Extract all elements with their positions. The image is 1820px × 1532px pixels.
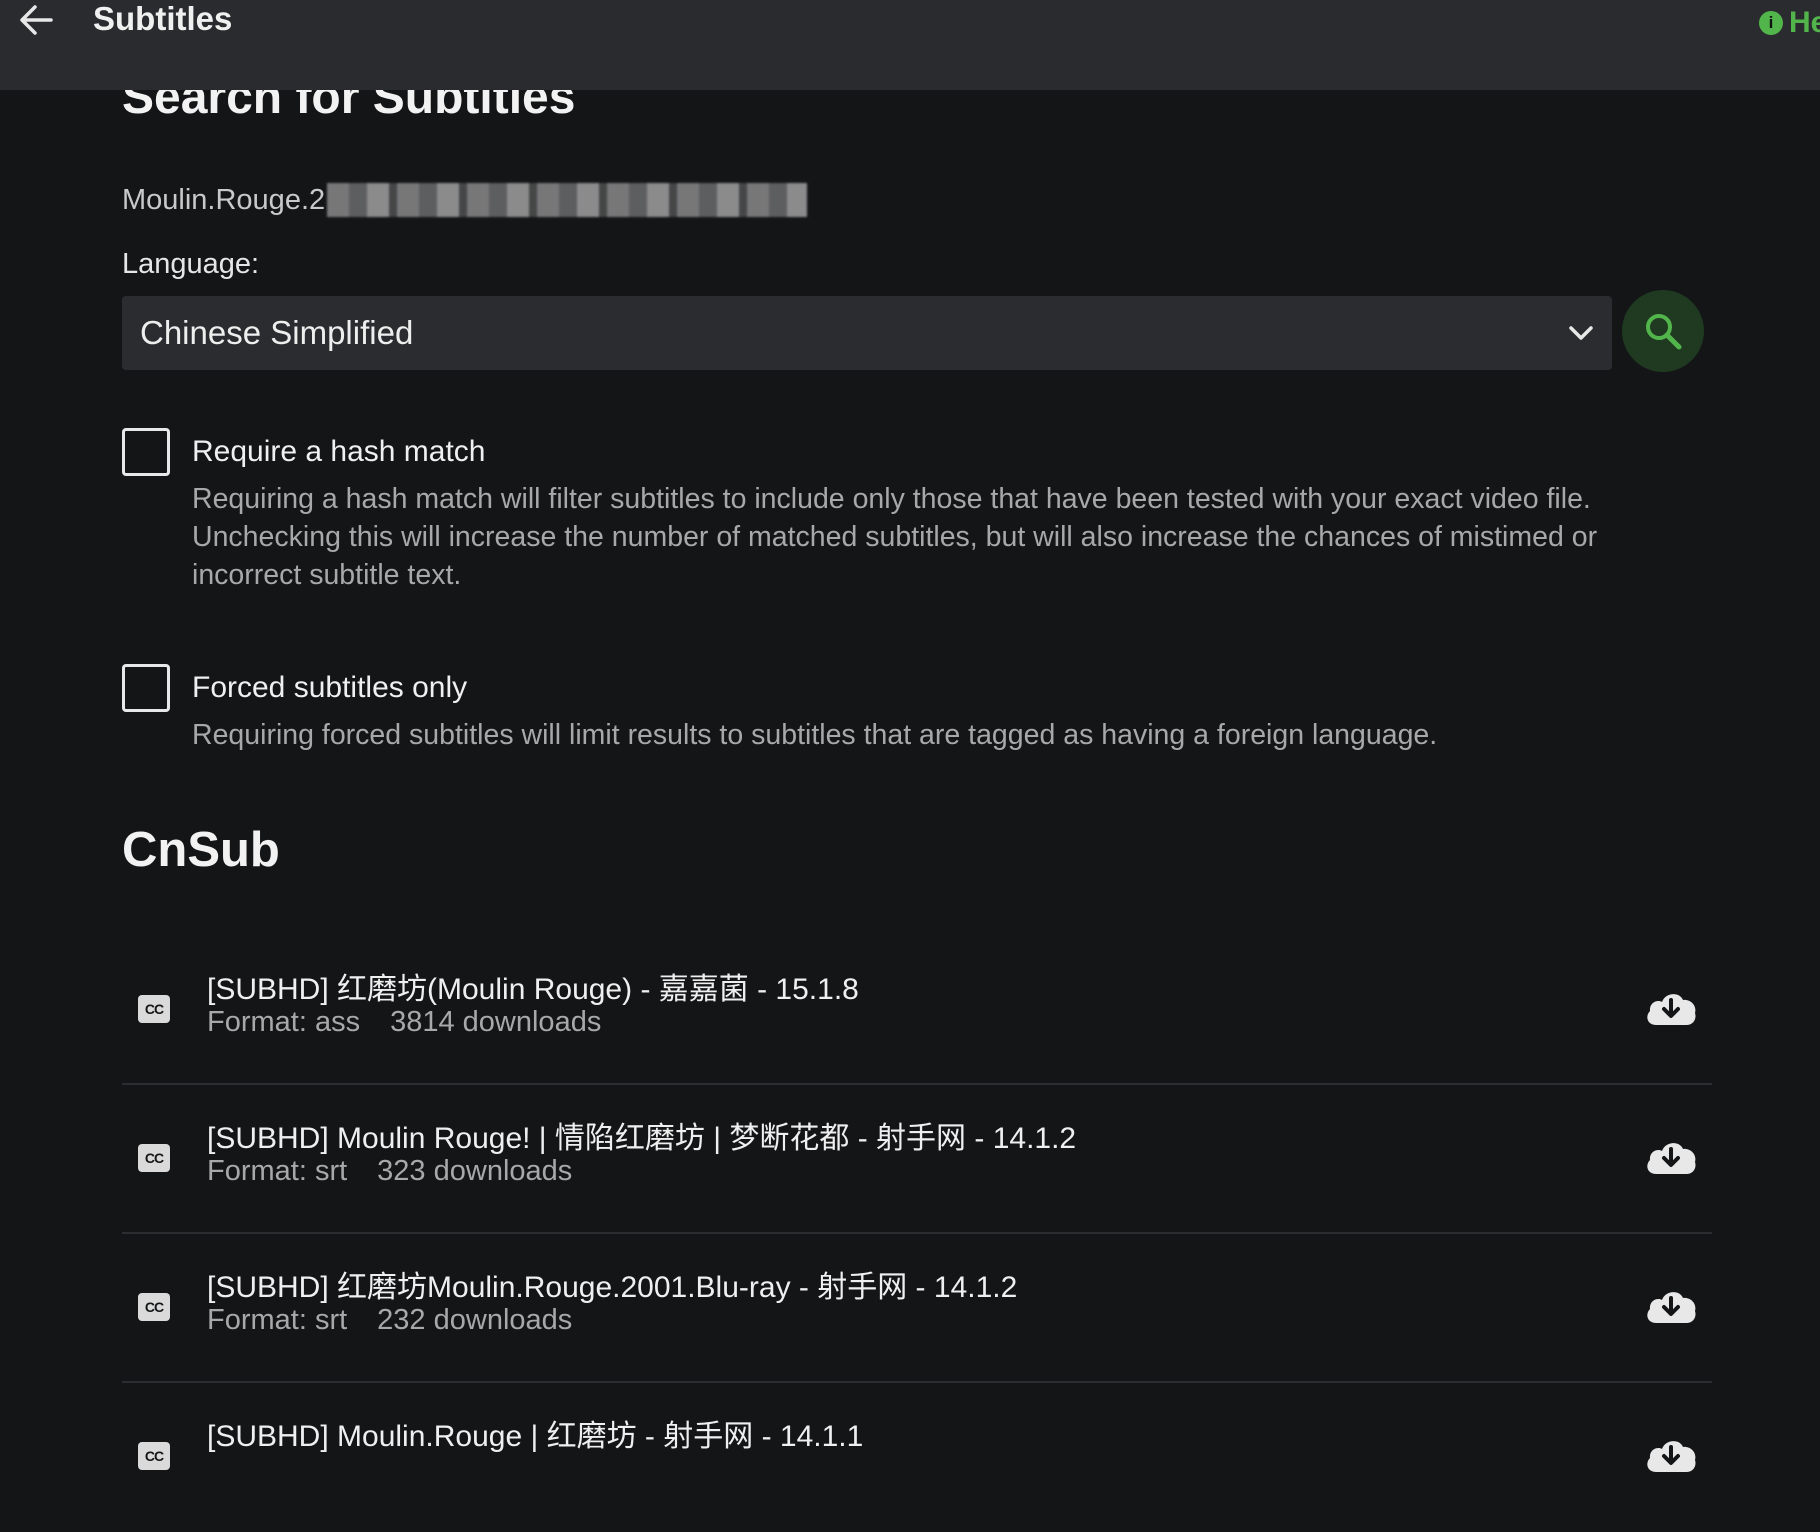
help-label: He <box>1789 6 1820 39</box>
language-label: Language: <box>122 248 260 280</box>
closed-captions-icon: CC <box>138 1144 170 1172</box>
subtitle-title: [SUBHD] Moulin.Rouge | 红磨坊 - 射手网 - 14.1.… <box>207 1420 864 1453</box>
subtitle-downloads: 3814 downloads <box>390 1006 602 1038</box>
search-button[interactable] <box>1622 290 1704 372</box>
cloud-download-icon[interactable] <box>1643 1134 1699 1180</box>
results-list: CC [SUBHD] 红磨坊(Moulin Rouge) - 嘉嘉菌 - 15.… <box>122 936 1712 1532</box>
forced-subtitles-description: Requiring forced subtitles will limit re… <box>192 719 1438 751</box>
subtitle-format: Format: srt <box>207 1304 348 1336</box>
arrow-left-icon <box>20 5 53 35</box>
provider-heading: CnSub <box>122 823 280 877</box>
back-button[interactable] <box>14 0 58 40</box>
list-item[interactable]: CC [SUBHD] 红磨坊Moulin.Rouge.2001.Blu-ray … <box>122 1234 1712 1383</box>
subtitle-meta: Format: ass 3814 downloads <box>207 1006 601 1039</box>
subtitle-meta: Format: srt 232 downloads <box>207 1304 572 1337</box>
page-title: Subtitles <box>93 0 233 37</box>
subtitle-format: Format: srt <box>207 1155 348 1187</box>
hash-match-description: Requiring a hash match will filter subti… <box>192 483 1598 591</box>
subtitle-downloads: 232 downloads <box>377 1304 573 1336</box>
subtitle-downloads: 323 downloads <box>377 1155 573 1187</box>
help-link[interactable]: i He <box>1759 6 1820 40</box>
hash-match-option: Require a hash match Requiring a hash ma… <box>122 428 1672 594</box>
list-item[interactable]: CC [SUBHD] Moulin.Rouge | 红磨坊 - 射手网 - 14… <box>122 1383 1712 1532</box>
language-select[interactable]: Chinese Simplified <box>122 296 1612 370</box>
subtitle-format: Format: ass <box>207 1006 361 1038</box>
closed-captions-icon: CC <box>138 1442 170 1470</box>
redacted-text <box>327 183 808 217</box>
subtitle-title: [SUBHD] 红磨坊Moulin.Rouge.2001.Blu-ray - 射… <box>207 1271 1018 1304</box>
language-select-value: Chinese Simplified <box>140 314 414 351</box>
subtitle-title: [SUBHD] 红磨坊(Moulin Rouge) - 嘉嘉菌 - 15.1.8 <box>207 973 859 1006</box>
info-icon: i <box>1759 11 1783 35</box>
file-name: Moulin.Rouge.2 <box>122 183 808 217</box>
forced-subtitles-option: Forced subtitles only Requiring forced s… <box>122 664 1672 754</box>
list-item[interactable]: CC [SUBHD] Moulin Rouge! | 情陷红磨坊 | 梦断花都 … <box>122 1085 1712 1234</box>
forced-subtitles-checkbox[interactable] <box>122 664 170 712</box>
closed-captions-icon: CC <box>138 1293 170 1321</box>
cloud-download-icon[interactable] <box>1643 1283 1699 1329</box>
search-icon <box>1646 314 1682 350</box>
top-bar: Subtitles i He <box>0 0 1820 90</box>
hash-match-checkbox[interactable] <box>122 428 170 476</box>
cloud-download-icon[interactable] <box>1643 1432 1699 1478</box>
chevron-down-icon <box>1569 326 1593 340</box>
closed-captions-icon: CC <box>138 995 170 1023</box>
file-name-text: Moulin.Rouge.2 <box>122 183 326 216</box>
list-item[interactable]: CC [SUBHD] 红磨坊(Moulin Rouge) - 嘉嘉菌 - 15.… <box>122 936 1712 1085</box>
forced-subtitles-label: Forced subtitles only <box>192 671 468 704</box>
subtitle-meta: Format: srt 323 downloads <box>207 1155 572 1188</box>
hash-match-label: Require a hash match <box>192 435 486 468</box>
subtitle-title: [SUBHD] Moulin Rouge! | 情陷红磨坊 | 梦断花都 - 射… <box>207 1122 1077 1155</box>
cloud-download-icon[interactable] <box>1643 985 1699 1031</box>
